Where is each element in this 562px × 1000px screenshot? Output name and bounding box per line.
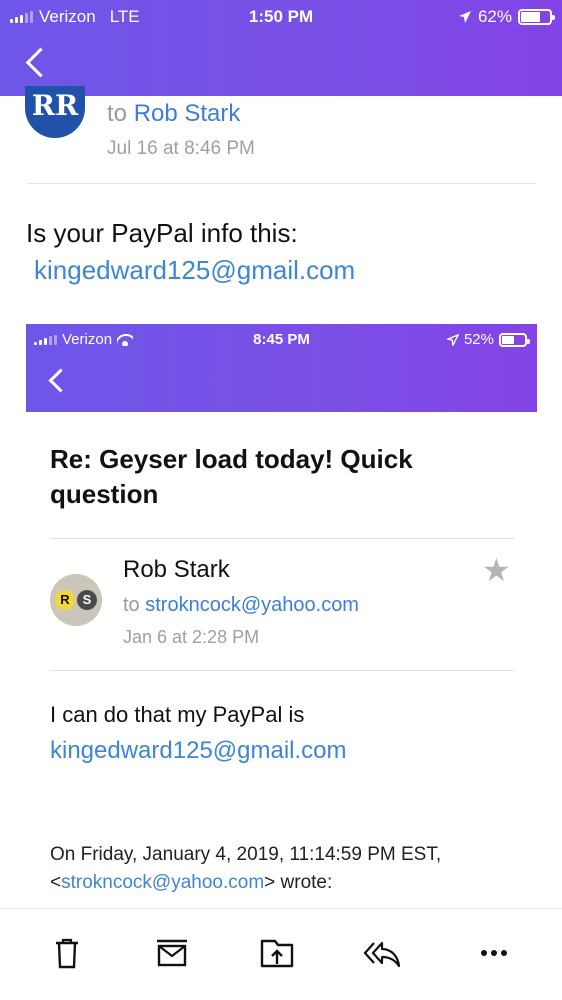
to-prefix: to <box>123 594 140 616</box>
embedded-screenshot: Verizon 8:45 PM 52% Re: Geyser load toda… <box>26 324 537 909</box>
avatar-initials: RR <box>31 89 79 122</box>
embedded-status-right: 52% <box>446 330 530 350</box>
quote-header: On Friday, January 4, 2019, 11:14:59 PM … <box>50 844 442 865</box>
more-icon <box>481 950 507 956</box>
back-button[interactable] <box>22 44 52 82</box>
top-bar: Verizon LTE 1:50 PM 62% <box>0 0 562 96</box>
reply-all-button[interactable] <box>360 931 404 975</box>
archive-button[interactable] <box>150 931 194 975</box>
embedded-back-button <box>44 364 70 398</box>
move-to-folder-icon <box>260 939 294 968</box>
move-to-folder-button[interactable] <box>255 931 299 975</box>
embedded-top-bar: Verizon 8:45 PM 52% <box>26 324 537 412</box>
email-date: Jul 16 at 8:46 PM <box>107 138 255 159</box>
recipient-name[interactable]: Rob Stark <box>134 100 241 127</box>
reply-text: I can do that my PayPal is <box>50 702 305 727</box>
avatar-letter-s: S <box>77 590 97 610</box>
email-subject: Re: Geyser load today! Quick question <box>50 444 413 509</box>
to-prefix: to <box>107 100 128 127</box>
quote-sender: <strokncock@yahoo.com> wrote: <box>50 872 332 894</box>
battery-icon <box>518 9 555 25</box>
embedded-recipient-line: to strokncock@yahoo.com <box>123 594 359 617</box>
battery-fill <box>521 12 540 22</box>
embedded-email-date: Jan 6 at 2:28 PM <box>123 627 260 647</box>
battery-percent: 62% <box>477 7 512 26</box>
subject-divider <box>50 538 514 539</box>
quote-open: < <box>50 872 62 893</box>
sender-divider <box>50 670 514 671</box>
email-link[interactable]: kingedward125@gmail.com <box>34 255 355 286</box>
sender-name: Rob Stark <box>123 556 230 583</box>
embedded-battery-percent: 52% <box>463 331 494 348</box>
archive-icon <box>157 939 187 967</box>
more-button[interactable] <box>472 931 516 975</box>
bottom-toolbar <box>0 908 562 1000</box>
location-arrow-icon <box>446 334 459 346</box>
recipient-address: strokncock@yahoo.com <box>145 594 359 616</box>
quote-address: strokncock@yahoo.com <box>61 872 265 893</box>
reply-link: kingedward125@gmail.com <box>50 737 347 764</box>
quote-close: > wrote: <box>264 872 333 893</box>
trash-icon <box>56 938 78 969</box>
avatar: RR <box>25 86 85 138</box>
header-divider <box>28 183 536 184</box>
recipient-line: to Rob Stark <box>107 100 240 128</box>
sender-avatar: R S <box>50 574 102 626</box>
location-arrow-icon <box>458 11 471 23</box>
battery-icon <box>499 333 530 347</box>
battery-fill <box>502 336 515 344</box>
reply-all-icon <box>363 941 401 968</box>
status-bar-right: 62% <box>458 6 555 28</box>
avatar-letter-r: R <box>55 590 75 610</box>
trash-button[interactable] <box>45 931 89 975</box>
star-icon: ★ <box>482 552 511 588</box>
body-text: Is your PayPal info this: <box>26 218 298 248</box>
